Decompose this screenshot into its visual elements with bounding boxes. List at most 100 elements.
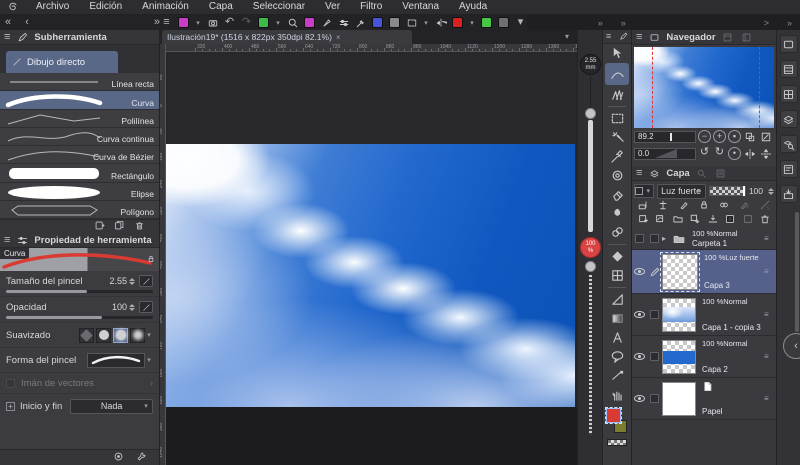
redo-icon[interactable]: ↷ (240, 17, 253, 29)
opacity-knob[interactable] (585, 261, 596, 272)
rotate-left-button[interactable]: ↺ (698, 147, 711, 160)
brush-size-track-upper[interactable] (590, 76, 591, 112)
smoothing-option-medium[interactable] (113, 327, 128, 343)
menu-animacion[interactable]: Animación (132, 0, 199, 14)
layer-drag-handle[interactable]: ≡ (764, 352, 776, 361)
flip-horizontal-icon[interactable] (434, 17, 447, 29)
brush-shape-preview[interactable] (87, 352, 145, 368)
zoom-out-button[interactable]: − (698, 130, 711, 143)
tool-move[interactable] (605, 166, 629, 185)
layer-opacity-value[interactable]: 100 (749, 186, 763, 196)
subtool-item-poligono[interactable]: Polígono (0, 200, 159, 219)
document-tab[interactable]: Ilustración19* (1516 x 822px 350dpi 82.1… (162, 30, 412, 44)
layer-row-capa-3[interactable]: 100 %Luz fuerte Capa 3 ≡ (632, 250, 776, 294)
onion-skin-icon[interactable] (480, 17, 493, 29)
brush-size-value[interactable]: 2.55 (101, 276, 127, 286)
scroll-left-icon[interactable]: ‹ (25, 17, 29, 28)
collapse-left-icon[interactable]: « (5, 17, 11, 28)
layer-thumbnail[interactable] (662, 297, 696, 332)
vector-magnet-expand-icon[interactable]: › (150, 378, 153, 389)
lock-icon[interactable] (146, 251, 156, 269)
tool-marquee[interactable] (605, 109, 629, 128)
layer-drag-handle[interactable]: ≡ (764, 310, 776, 319)
smoothing-chevron-icon[interactable]: ▾ (145, 331, 153, 339)
zoom-in-button[interactable]: + (713, 130, 726, 143)
canvas-display-color-icon[interactable] (177, 17, 190, 29)
menu-capa[interactable]: Capa (199, 0, 243, 14)
duplicate-subtool-icon[interactable] (114, 218, 125, 236)
rotation-value-input[interactable]: 0.0 (634, 147, 696, 160)
panel-menu-icon[interactable]: ≡ (4, 234, 10, 246)
subtool-item-curva-de-bezier[interactable]: Curva de Bézier (0, 146, 159, 165)
panel-menu-icon[interactable]: ≡ (606, 31, 611, 42)
layer-select-checkbox[interactable] (650, 394, 659, 403)
blend-mode-dropdown[interactable]: Luz fuerte ▾ (656, 183, 706, 199)
layer-row-papel[interactable]: Papel ≡ (632, 378, 776, 420)
tool-mix[interactable] (605, 223, 629, 242)
layer-drag-handle[interactable]: ≡ (764, 267, 776, 276)
layer-property-tab-icon[interactable] (714, 167, 728, 179)
tool-hand[interactable] (605, 385, 629, 404)
navigator-thumbnail[interactable] (634, 47, 774, 128)
tab-dibujo-directo[interactable]: Dibujo directo (6, 51, 118, 73)
canvas-display-color-chevron-icon[interactable]: ▾ (194, 19, 202, 27)
menu-ayuda[interactable]: Ayuda (449, 0, 497, 14)
layer-search-panel-icon[interactable] (779, 135, 798, 153)
tab-list-chevron-icon[interactable]: ▾ (565, 32, 569, 41)
zoom-slider-knob[interactable] (669, 132, 672, 141)
panel-menu-icon[interactable]: ≡ (636, 167, 642, 179)
tool-eyedropper[interactable] (605, 147, 629, 166)
subtool-item-elipse[interactable]: Elipse (0, 182, 159, 201)
rotate-reset-button[interactable]: • (728, 147, 741, 160)
collapse-dock-button[interactable]: ‹ (783, 333, 800, 359)
layer-select-checkbox[interactable] (650, 352, 659, 361)
menu-ventana[interactable]: Ventana (392, 0, 449, 14)
information-panel-icon[interactable] (779, 85, 798, 103)
tool-object[interactable] (605, 44, 629, 63)
layer-thumbnail[interactable] (662, 381, 696, 416)
rotate-right-button[interactable]: ↻ (713, 147, 726, 160)
delete-subtool-icon[interactable] (134, 218, 145, 236)
eyedropper-icon[interactable] (354, 17, 367, 29)
navigator-panel-icon[interactable] (779, 35, 798, 53)
start-end-expand-icon[interactable]: + (6, 401, 15, 411)
tool-frame[interactable] (605, 266, 629, 285)
tool-balloon[interactable] (605, 347, 629, 366)
menu-seleccionar[interactable]: Seleccionar (243, 0, 315, 14)
foreground-color-swatch[interactable] (605, 407, 622, 424)
layers-panel-icon[interactable] (779, 110, 798, 128)
subview-panel-icon[interactable] (779, 60, 798, 78)
antialias-ring-icon[interactable] (371, 17, 384, 29)
more-commands-icon[interactable]: ▾ (514, 17, 527, 29)
subtool-item-linea-recta[interactable]: Línea recta (0, 73, 159, 92)
menu-ver[interactable]: Ver (315, 0, 350, 14)
subtool-item-polilinea[interactable]: Polilínea (0, 109, 159, 128)
flip-vertical-button[interactable] (759, 147, 773, 160)
tool-curve[interactable] (605, 63, 629, 85)
layer-opacity-spinner[interactable] (768, 187, 774, 195)
brush-size-track-lower[interactable] (588, 120, 593, 232)
layer-eye-checkbox[interactable] (635, 234, 644, 243)
opacity-spinner[interactable] (129, 303, 135, 311)
subtool-item-curva-continua[interactable]: Curva continua (0, 127, 159, 146)
layer-thumbnail[interactable] (662, 339, 696, 374)
app-logo-icon[interactable] (0, 1, 26, 13)
opacity-slider[interactable] (6, 316, 153, 319)
undo-icon[interactable]: ↶ (223, 17, 236, 29)
quick-access-tab-icon[interactable] (740, 31, 754, 43)
layer-visibility-eye-icon[interactable] (634, 311, 645, 318)
menu-archivo[interactable]: Archivo (26, 0, 79, 14)
smoothing-option-high[interactable] (130, 327, 145, 343)
layer-drag-handle[interactable]: ≡ (764, 394, 776, 403)
vector-magnet-checkbox[interactable] (6, 378, 15, 388)
dock-scrollbar[interactable] (795, 212, 799, 332)
snap-ruler-chevron-icon[interactable]: ▾ (274, 19, 282, 27)
opacity-dynamics-button[interactable] (139, 301, 153, 313)
subtool-item-rectangulo[interactable]: Rectángulo (0, 164, 159, 183)
canvas-artwork[interactable] (166, 144, 575, 407)
selection-area-icon[interactable] (405, 17, 418, 29)
zoom-value-input[interactable]: 89.2 (634, 130, 696, 143)
subtool-item-curva[interactable]: Curva (0, 91, 159, 110)
brush-size-spinner[interactable] (129, 277, 135, 285)
material-panel-icon[interactable] (779, 185, 798, 203)
